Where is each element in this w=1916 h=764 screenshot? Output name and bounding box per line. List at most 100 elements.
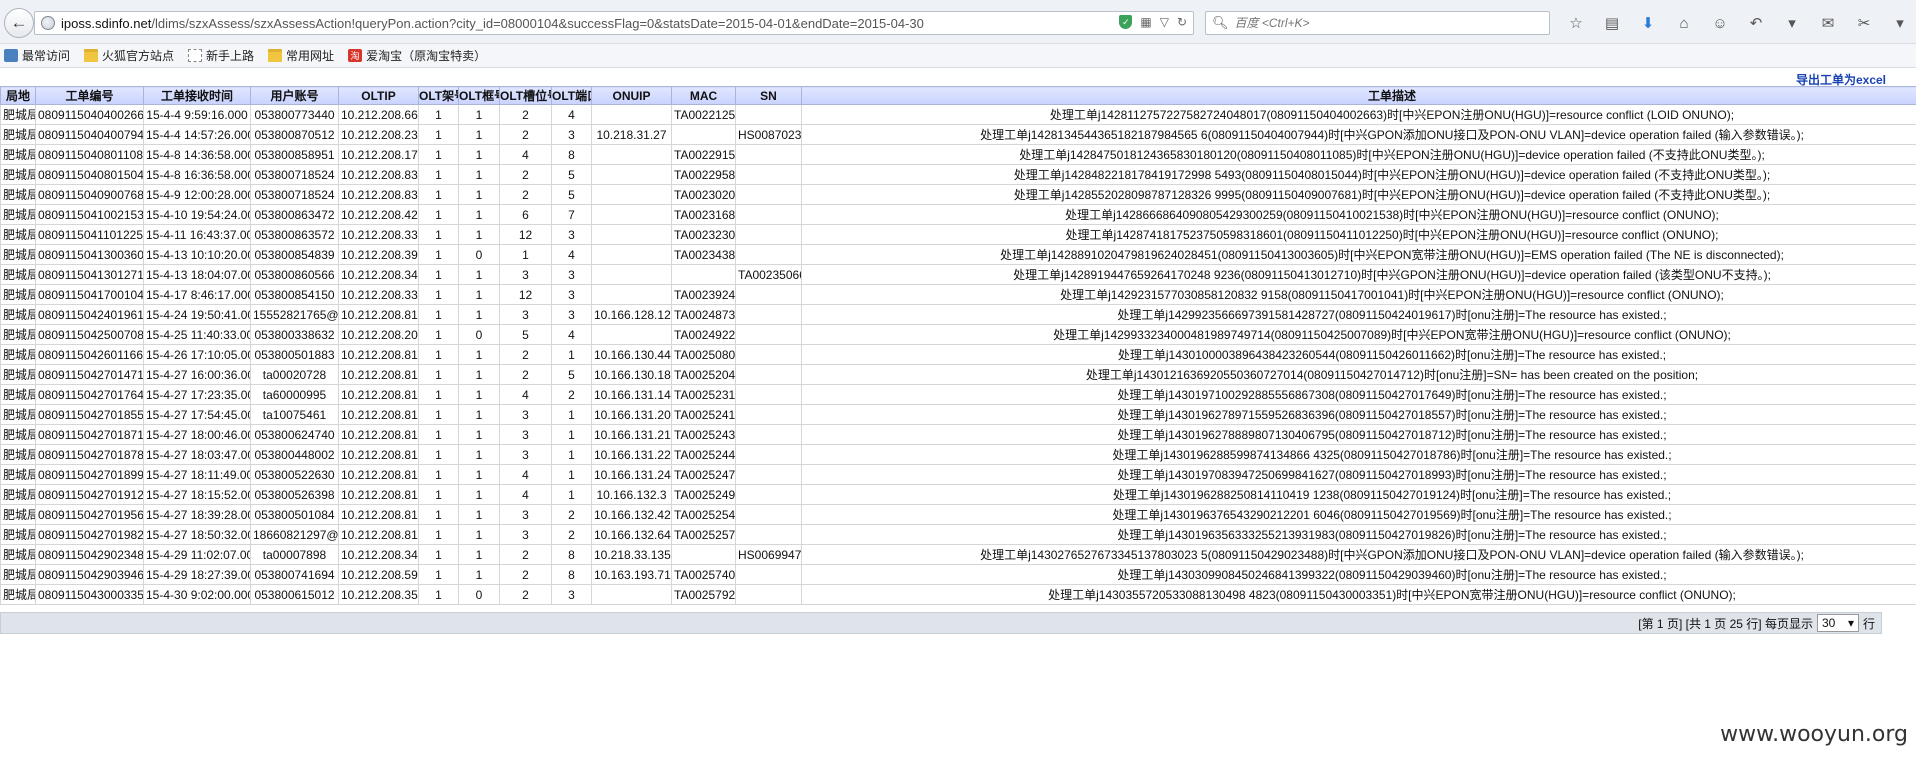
table-row: 肥城局 08091150413003605 15-4-13 10:10:20.000… bbox=[0, 244, 1916, 265]
table-cell: 08091150404007944 bbox=[35, 124, 144, 145]
table-cell: 1 bbox=[418, 164, 459, 185]
crop-icon[interactable]: ✂ bbox=[1846, 12, 1882, 34]
table-cell: 08091150427018557 bbox=[35, 404, 144, 425]
table-cell: 1 bbox=[458, 504, 500, 525]
table-cell: 1 bbox=[551, 464, 592, 485]
table-cell: TA00250801 bbox=[671, 344, 736, 365]
table-cell: 1 bbox=[418, 584, 459, 605]
chat-icon[interactable]: ☺ bbox=[1702, 12, 1738, 34]
table-cell: TA00229584 bbox=[671, 164, 736, 185]
table-cell: 08091150427014712 bbox=[35, 364, 144, 385]
table-cell: 1 bbox=[458, 224, 500, 245]
table-cell bbox=[735, 484, 802, 505]
most-visited-icon bbox=[4, 49, 18, 62]
table-cell: TA00239248 bbox=[671, 284, 736, 305]
table-cell: TA00231689 bbox=[671, 204, 736, 225]
table-cell: TA00257402 bbox=[671, 564, 736, 585]
address-bar[interactable]: iposs.sdinfo.net/ldims/szxAssess/szxAsse… bbox=[34, 11, 1194, 35]
table-cell: 08091150411012250 bbox=[35, 224, 144, 245]
table-cell: 处理工单j1430121636920550360727014(080911504… bbox=[801, 364, 1916, 385]
table-cell: 1 bbox=[418, 404, 459, 425]
bookmark-most-visited[interactable]: 最常访问 bbox=[4, 47, 70, 64]
table-row: 肥城局 08091150427018993 15-4-27 18:11:49.000… bbox=[0, 464, 1916, 485]
table-cell: 5 bbox=[551, 364, 592, 385]
table-cell: 18660821297@e bbox=[250, 524, 339, 545]
table-cell: 2 bbox=[499, 584, 552, 605]
table-cell bbox=[735, 384, 802, 405]
bookmark-label: 新手上路 bbox=[206, 49, 255, 63]
menu-dropdown-icon[interactable]: ▾ bbox=[1882, 12, 1916, 34]
table-cell: 肥城局 bbox=[0, 324, 36, 345]
url-text[interactable]: iposs.sdinfo.net/ldims/szxAssess/szxAsse… bbox=[61, 16, 924, 31]
table-cell: 15-4-27 18:50:32.000 bbox=[143, 524, 251, 545]
column-header: 工单接收时间 bbox=[143, 86, 251, 105]
table-cell: 053800522630 bbox=[250, 464, 339, 485]
bookmark-aitaobao[interactable]: 淘爱淘宝（原淘宝特卖） bbox=[348, 47, 486, 64]
table-row: 肥城局 08091150427018712 15-4-27 18:00:46.000… bbox=[0, 424, 1916, 445]
table-cell: 053800615012 bbox=[250, 584, 339, 605]
table-cell: 处理工单j1429923566697391581428727(080911504… bbox=[801, 304, 1916, 325]
search-input[interactable] bbox=[1234, 16, 1535, 30]
table-cell: 肥城局 bbox=[0, 364, 36, 385]
table-cell: 08091150429023488 bbox=[35, 544, 144, 565]
table-row: 肥城局 08091150427017649 15-4-27 17:23:35.000… bbox=[0, 384, 1916, 405]
table-cell: ta10075461 bbox=[250, 404, 339, 425]
table-cell: 10.212.208.23 bbox=[338, 124, 419, 145]
table-cell: 3 bbox=[551, 284, 592, 305]
message-icon[interactable]: ✉ bbox=[1810, 12, 1846, 34]
table-cell: HS0069947 bbox=[735, 544, 802, 565]
table-cell: 15-4-27 17:23:35.000 bbox=[143, 384, 251, 405]
table-cell: 2 bbox=[499, 124, 552, 145]
table-cell bbox=[591, 204, 672, 225]
qr-code-icon[interactable]: ▦ bbox=[1140, 15, 1151, 29]
table-cell: 4 bbox=[499, 384, 552, 405]
page-size-select[interactable]: 30 ▾ bbox=[1816, 614, 1859, 632]
table-cell: 处理工单j1430196288599874134866 4325(0809115… bbox=[801, 444, 1916, 465]
back-button[interactable]: ← bbox=[4, 8, 34, 38]
reading-list-icon[interactable]: ▤ bbox=[1594, 12, 1630, 34]
table-cell: 1 bbox=[458, 204, 500, 225]
table-cell: ta00007898 bbox=[250, 544, 339, 565]
dropdown-arrow-icon[interactable]: ▽ bbox=[1160, 15, 1169, 29]
table-cell: 10.166.132.3 bbox=[591, 484, 672, 505]
table-cell: 15-4-27 17:54:45.000 bbox=[143, 404, 251, 425]
dropdown-icon[interactable]: ▾ bbox=[1774, 12, 1810, 34]
shield-icon[interactable]: ✓ bbox=[1119, 15, 1133, 29]
download-icon[interactable]: ⬇ bbox=[1630, 12, 1666, 34]
search-box[interactable]: 🔍︎ bbox=[1205, 11, 1550, 35]
table-cell: 1 bbox=[551, 444, 592, 465]
undo-icon[interactable]: ↶ bbox=[1738, 12, 1774, 34]
table-row: 肥城局 08091150427019569 15-4-27 18:39:28.000… bbox=[0, 504, 1916, 525]
table-cell: 1 bbox=[458, 524, 500, 545]
table-cell: 处理工单j1430309908450246841399322(080911504… bbox=[801, 564, 1916, 585]
table-cell: 1 bbox=[418, 204, 459, 225]
table-cell bbox=[735, 324, 802, 345]
bookmark-getting-started[interactable]: 新手上路 bbox=[188, 47, 254, 64]
table-cell: 15-4-13 10:10:20.000 bbox=[143, 244, 251, 265]
table-cell: 1 bbox=[418, 284, 459, 305]
table-cell: ta60000995 bbox=[250, 384, 339, 405]
bookmark-firefox-site[interactable]: 火狐官方站点 bbox=[84, 47, 174, 64]
table-cell: 15-4-11 16:43:37.000 bbox=[143, 224, 251, 245]
table-cell: 0 bbox=[458, 244, 500, 265]
bookmark-label: 最常访问 bbox=[22, 49, 71, 63]
table-cell: 肥城局 bbox=[0, 204, 36, 225]
table-cell: 10.166.128.126 bbox=[591, 304, 672, 325]
bookmark-star-icon[interactable]: ☆ bbox=[1558, 12, 1594, 34]
table-cell: 15-4-4 9:59:16.000 bbox=[143, 104, 251, 125]
reload-icon[interactable]: ↻ bbox=[1177, 15, 1187, 29]
table-cell: 053800718524 bbox=[250, 164, 339, 185]
home-icon[interactable]: ⌂ bbox=[1666, 12, 1702, 34]
column-header: OLT框号 bbox=[458, 86, 500, 105]
table-cell bbox=[591, 264, 672, 285]
bookmark-common-sites[interactable]: 常用网址 bbox=[268, 47, 334, 64]
table-cell: 10.212.208.81 bbox=[338, 424, 419, 445]
table-cell: 1 bbox=[418, 324, 459, 345]
table-cell: 肥城局 bbox=[0, 544, 36, 565]
table-cell: 053800870512 bbox=[250, 124, 339, 145]
table-cell: 2 bbox=[499, 544, 552, 565]
table-cell: 肥城局 bbox=[0, 484, 36, 505]
table-cell bbox=[591, 584, 672, 605]
table-cell: 10.212.208.81 bbox=[338, 524, 419, 545]
table-cell: 053800718524 bbox=[250, 184, 339, 205]
